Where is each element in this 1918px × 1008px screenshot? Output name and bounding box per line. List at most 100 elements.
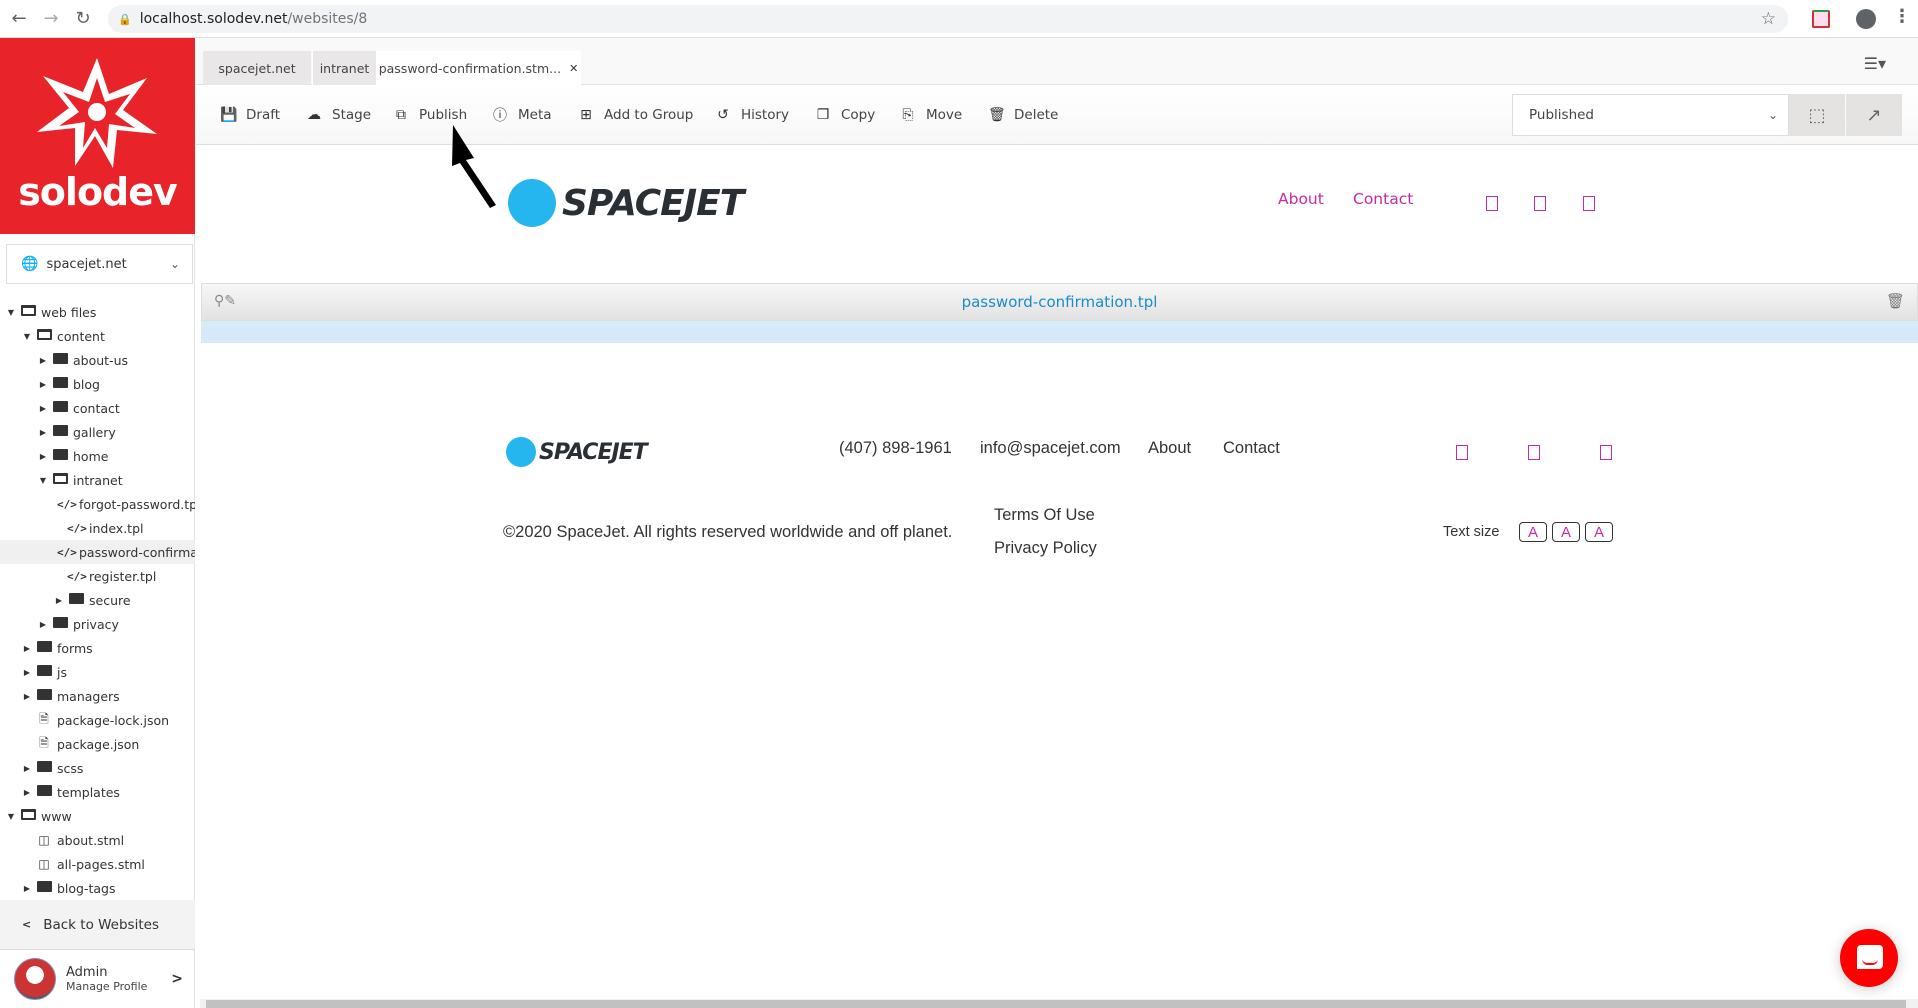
tab-password-confirmation[interactable]: password-confirmation.stm... ✕ <box>376 51 581 85</box>
template-file-link[interactable]: password-confirmation.tpl <box>962 293 1158 311</box>
spacejet-logo[interactable]: SPACEJET <box>508 179 744 227</box>
tree-item[interactable]: ▶ home <box>0 444 195 468</box>
horizontal-scrollbar[interactable] <box>200 999 1918 1008</box>
scrollbar-thumb[interactable] <box>206 1000 1906 1008</box>
tree-item-label: intranet <box>73 472 123 488</box>
select-element-button[interactable]: ⬚ <box>1789 94 1845 136</box>
tree-item[interactable]: ▶ js <box>0 660 195 684</box>
back-arrow-icon[interactable]: ← <box>6 8 32 29</box>
tree-item[interactable]: ▶ blog-tags <box>0 876 195 900</box>
tabs-menu-icon[interactable]: ☰▾ <box>1864 54 1886 73</box>
tree-item[interactable]: ◫ about.stml <box>0 828 195 852</box>
tree-item[interactable]: ▶ gallery <box>0 420 195 444</box>
social-icon[interactable] <box>1528 445 1540 460</box>
tree-item[interactable]: ▶ about-us <box>0 348 195 372</box>
caret-down-icon[interactable]: ▼ <box>6 812 16 821</box>
caret-right-icon[interactable]: ▶ <box>38 356 48 365</box>
close-tab-icon[interactable]: ✕ <box>569 62 578 75</box>
privacy-link[interactable]: Privacy Policy <box>994 539 1097 558</box>
profile-icon[interactable] <box>1856 9 1876 29</box>
social-icon[interactable] <box>1534 196 1546 211</box>
caret-right-icon[interactable]: ▶ <box>22 692 32 701</box>
tree-item[interactable]: ▼ web files <box>0 300 195 324</box>
caret-right-icon[interactable]: ▶ <box>38 620 48 629</box>
tree-item[interactable]: ▼ content <box>0 324 195 348</box>
avatar <box>14 958 56 1000</box>
caret-right-icon[interactable]: ▶ <box>38 428 48 437</box>
tree-item[interactable]: 🗎 package-lock.json <box>0 708 195 732</box>
caret-right-icon[interactable]: ▶ <box>54 596 64 605</box>
meta-button[interactable]: ⓘ Meta <box>492 85 552 145</box>
caret-right-icon[interactable]: ▶ <box>22 668 32 677</box>
tree-item[interactable]: ▶ templates <box>0 780 195 804</box>
profile-menu[interactable]: Admin Manage Profile > <box>0 950 195 1008</box>
tree-item[interactable]: </>password-confirmation.tpl <box>0 540 195 564</box>
footer-contact-link[interactable]: Contact <box>1223 439 1280 458</box>
footer-email[interactable]: info@spacejet.com <box>980 439 1121 458</box>
terms-link[interactable]: Terms Of Use <box>994 506 1095 525</box>
text-size-medium-button[interactable]: A <box>1552 522 1580 542</box>
tab-intranet[interactable]: intranet <box>312 51 376 85</box>
forward-arrow-icon[interactable]: → <box>38 8 64 29</box>
caret-right-icon[interactable]: ▶ <box>22 644 32 653</box>
copy-button[interactable]: ❐ Copy <box>815 85 876 145</box>
tree-item-label: package.json <box>57 736 140 752</box>
tree-item[interactable]: </> index.tpl <box>0 516 195 540</box>
extension-icon[interactable] <box>1812 10 1830 28</box>
tree-item[interactable]: </> forgot-password.tpl <box>0 492 195 516</box>
bookmark-star-icon[interactable]: ☆ <box>1761 9 1776 29</box>
tree-item[interactable]: ▶ forms <box>0 636 195 660</box>
history-button[interactable]: ↺ History <box>715 85 789 145</box>
nav-contact-link[interactable]: Contact <box>1353 190 1413 208</box>
status-select[interactable]: Published ⌄ <box>1512 94 1789 136</box>
tree-item[interactable]: ▶ secure <box>0 588 195 612</box>
tree-item[interactable]: ▶ privacy <box>0 612 195 636</box>
tree-item[interactable]: ◫ all-pages.stml <box>0 852 195 876</box>
caret-right-icon[interactable]: ▶ <box>38 404 48 413</box>
tree-item-label: privacy <box>73 616 119 632</box>
caret-right-icon[interactable]: ▶ <box>22 764 32 773</box>
caret-right-icon[interactable]: ▶ <box>38 380 48 389</box>
caret-right-icon[interactable]: ▶ <box>22 788 32 797</box>
trash-icon[interactable]: 🗑 <box>1886 292 1905 310</box>
chat-widget-button[interactable] <box>1840 929 1898 987</box>
footer-about-link[interactable]: About <box>1148 439 1191 458</box>
caret-right-icon[interactable]: ▶ <box>38 452 48 461</box>
footer-spacejet-logo[interactable]: SPACEJET <box>506 437 648 467</box>
caret-right-icon[interactable]: ▶ <box>22 884 32 893</box>
browser-menu-icon[interactable]: ⋮ <box>1893 6 1911 27</box>
site-select[interactable]: 🌐 spacejet.net ⌄ <box>6 244 193 284</box>
add-to-group-button[interactable]: ⊞ Add to Group <box>578 85 693 145</box>
tree-item[interactable]: ▶ blog <box>0 372 195 396</box>
open-external-button[interactable]: ↗ <box>1846 94 1902 136</box>
social-icon[interactable] <box>1486 196 1498 211</box>
caret-down-icon[interactable]: ▼ <box>6 308 16 317</box>
search-edit-icon[interactable]: ⚲✎ <box>214 293 236 309</box>
tree-item[interactable]: 🗎 package.json <box>0 732 195 756</box>
move-button[interactable]: ⎘ Move <box>900 85 962 145</box>
tree-item[interactable]: ▼ intranet <box>0 468 195 492</box>
tree-item[interactable]: ▶ scss <box>0 756 195 780</box>
address-bar[interactable]: 🔒 localhost.solodev.net/websites/8 ☆ <box>108 5 1788 33</box>
delete-button[interactable]: 🗑 Delete <box>988 85 1058 145</box>
text-size-large-button[interactable]: A <box>1585 522 1613 542</box>
back-to-websites-link[interactable]: < Back to Websites <box>0 900 195 950</box>
social-icon[interactable] <box>1600 445 1612 460</box>
caret-down-icon[interactable]: ▼ <box>22 332 32 341</box>
reload-icon[interactable]: ↻ <box>70 8 96 29</box>
caret-down-icon[interactable]: ▼ <box>38 476 48 485</box>
footer-phone[interactable]: (407) 898-1961 <box>839 439 952 458</box>
text-size-small-button[interactable]: A <box>1519 522 1547 542</box>
tree-item[interactable]: ▶ managers <box>0 684 195 708</box>
tree-item[interactable]: ▼ www <box>0 804 195 828</box>
solodev-logo[interactable]: solodev <box>0 38 195 234</box>
tab-bar: spacejet.net intranet password-confirmat… <box>196 38 1918 85</box>
tab-spacejet[interactable]: spacejet.net <box>203 51 311 85</box>
social-icon[interactable] <box>1583 196 1595 211</box>
nav-about-link[interactable]: About <box>1278 190 1324 208</box>
tree-item[interactable]: ▶ contact <box>0 396 195 420</box>
social-icon[interactable] <box>1456 445 1468 460</box>
stage-button[interactable]: ☁ Stage <box>306 85 371 145</box>
tree-item[interactable]: </> register.tpl <box>0 564 195 588</box>
draft-button[interactable]: 💾 Draft <box>220 85 280 145</box>
